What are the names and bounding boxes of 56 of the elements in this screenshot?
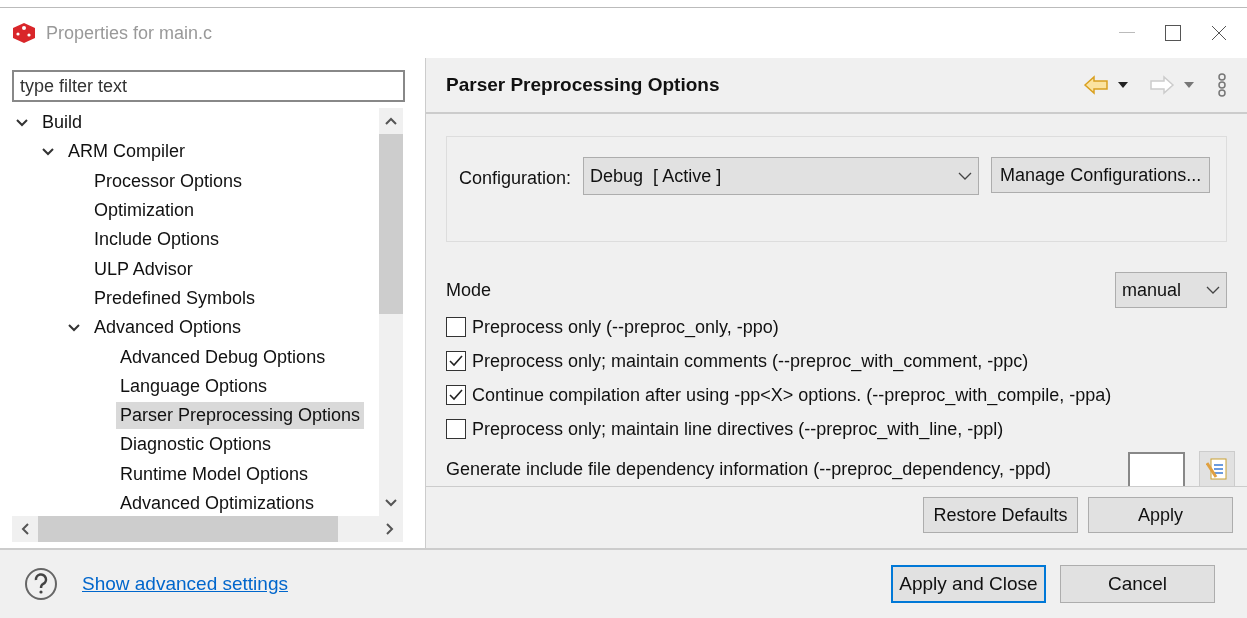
tree-item[interactable]: Advanced Options [90,314,246,342]
vertical-scrollbar[interactable] [379,108,403,516]
expanded-chevron-icon[interactable] [68,321,80,334]
show-advanced-settings-link[interactable]: Show advanced settings [82,569,288,599]
mode-dropdown[interactable]: manual [1115,272,1227,308]
document-pencil-icon [1206,457,1228,481]
tree-item[interactable]: ARM Compiler [64,138,190,166]
tree-item[interactable]: Language Options [116,372,272,400]
help-icon[interactable] [24,567,58,601]
scroll-down-icon[interactable] [385,499,397,507]
tree-item[interactable]: Build [38,109,87,137]
mode-label: Mode [446,278,492,302]
dependency-label: Generate include file dependency information (--preproc_dependency, -ppd) [446,457,1052,482]
scroll-up-icon[interactable] [385,117,397,125]
checkbox[interactable] [446,317,466,337]
expanded-chevron-icon[interactable] [42,145,54,158]
page-title: Parser Preprocessing Options [446,72,720,97]
maximize-icon[interactable] [1165,25,1181,41]
chevron-down-icon [1206,286,1220,294]
more-icon[interactable] [1217,73,1227,97]
scroll-right-icon[interactable] [386,523,394,535]
tree-item[interactable]: Diagnostic Options [116,431,276,459]
chevron-down-icon [958,172,973,180]
scroll-left-icon[interactable] [21,523,29,535]
tree-item[interactable]: Advanced Debug Options [116,343,330,371]
close-icon[interactable] [1211,25,1227,41]
apply-button[interactable]: Apply [1088,497,1233,533]
manage-configurations-button[interactable]: Manage Configurations... [991,157,1211,193]
cancel-button[interactable]: Cancel [1060,565,1215,603]
restore-defaults-button[interactable]: Restore Defaults [923,497,1078,533]
option-label: Preprocess only (--preproc_only, -ppo) [472,315,779,340]
option-label: Preprocess only; maintain line directives (--preproc_with_line, -ppl) [472,417,1004,442]
tree-item[interactable]: Predefined Symbols [90,284,260,312]
tree-item[interactable]: Parser Preprocessing Options [116,402,365,430]
tree-item[interactable]: Runtime Model Options [116,460,313,488]
dropdown-icon[interactable] [1117,81,1129,89]
expanded-chevron-icon[interactable] [16,116,28,129]
horizontal-scrollbar[interactable] [12,516,403,542]
configuration-dropdown[interactable]: Debug [ Active ] [583,157,980,195]
checkbox[interactable] [446,419,466,439]
tree-item[interactable]: ULP Advisor [90,255,197,283]
browse-button[interactable] [1199,451,1235,487]
tree-item[interactable]: Optimization [90,197,199,225]
filter-field[interactable]: type filter text [12,70,405,102]
tree-item[interactable]: Advanced Optimizations [116,490,319,516]
option-label: Preprocess only; maintain comments (--preproc_with_comment, -ppc) [472,349,1029,374]
dependency-field[interactable] [1128,452,1185,486]
app-icon [12,22,36,44]
option-label: Continue compilation after using -pp<X> options. (--preproc_with_compile, -ppa) [472,383,1112,408]
tree-item[interactable]: Processor Options [90,167,247,195]
checkbox[interactable] [446,351,466,371]
window-title: Properties for main.c [46,21,213,45]
checkbox[interactable] [446,385,466,405]
apply-and-close-button[interactable]: Apply and Close [891,565,1046,603]
tree-item[interactable]: Include Options [90,226,224,254]
configuration-label: Configuration: [459,167,572,190]
